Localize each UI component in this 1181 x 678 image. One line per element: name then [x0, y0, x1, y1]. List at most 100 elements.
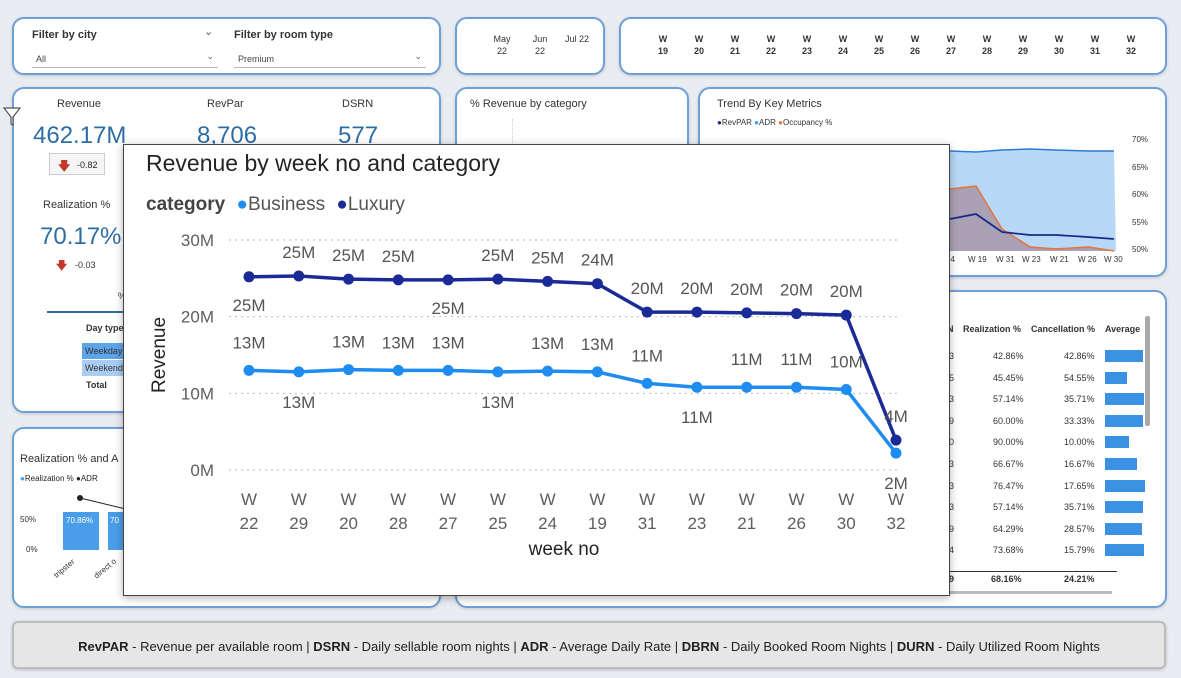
week-button[interactable]: W 25 — [865, 33, 893, 57]
chevron-down-icon: ⌄ — [414, 51, 422, 61]
data-point-luxury[interactable] — [492, 273, 504, 285]
xtick-label: 31 — [638, 514, 657, 533]
trend-ytick: 65% — [1132, 162, 1149, 172]
data-point-business[interactable] — [840, 384, 852, 395]
city-filter-dropdown[interactable]: All ⌄ — [32, 48, 218, 68]
week-button[interactable]: W 22 — [757, 33, 785, 57]
month-label: May — [493, 34, 511, 44]
week-button[interactable]: W 32 — [1117, 33, 1145, 57]
legend-adr: ADR — [80, 474, 98, 483]
week-prefix: W — [1018, 34, 1028, 44]
table-hscrollbar[interactable] — [947, 591, 1112, 594]
average-bar — [1105, 479, 1145, 492]
data-point-business[interactable] — [691, 381, 703, 393]
data-point-luxury[interactable] — [890, 434, 902, 446]
table-cell: 76.47% — [993, 480, 1024, 491]
realization-kpi-title: Realization % — [43, 199, 111, 211]
xtick-label: 26 — [787, 514, 806, 533]
week-number: 21 — [729, 46, 740, 56]
data-point-luxury[interactable] — [243, 271, 255, 283]
chevron-down-icon: ⌄ — [206, 51, 214, 61]
data-point-business[interactable] — [790, 381, 802, 393]
xtick-label: W — [241, 490, 257, 509]
week-button[interactable]: W 30 — [1045, 33, 1073, 57]
data-point-business[interactable] — [641, 377, 653, 389]
data-point-luxury[interactable] — [343, 273, 355, 285]
data-point-business[interactable] — [293, 366, 305, 378]
month-button[interactable]: May 22 — [485, 33, 519, 57]
xtick-label: 28 — [389, 514, 408, 533]
data-point-business[interactable] — [343, 364, 355, 376]
revenue-delta-value: -0.82 — [77, 160, 98, 170]
xtick-label: W — [838, 490, 854, 509]
city-filter-label: Filter by city — [32, 29, 97, 41]
realization-adr-title: Realization % and A — [20, 453, 119, 465]
week-button[interactable]: W 19 — [649, 33, 677, 57]
trend-ytick: 55% — [1132, 217, 1149, 227]
data-point-luxury[interactable] — [591, 278, 603, 290]
ytick-label: 50% — [20, 515, 37, 524]
filter-icon[interactable] — [2, 104, 22, 128]
average-bar — [1105, 501, 1143, 514]
room-filter-label: Filter by room type — [234, 29, 334, 41]
data-point-luxury[interactable] — [542, 275, 554, 287]
week-button[interactable]: W 20 — [685, 33, 713, 57]
table-column-header[interactable]: Cancellation % — [1031, 324, 1095, 334]
month-button[interactable]: Jul 22 — [560, 33, 594, 45]
average-bar — [1105, 458, 1137, 470]
table-cell: 15.79% — [1064, 545, 1095, 556]
table-cell: 17.65% — [1064, 480, 1095, 491]
xtick-label: W — [390, 490, 406, 509]
data-point-luxury[interactable] — [741, 307, 753, 319]
data-point-business[interactable] — [442, 364, 454, 376]
data-point-luxury[interactable] — [840, 309, 852, 321]
xtick-label: 24 — [538, 514, 557, 533]
data-point-luxury[interactable] — [392, 274, 404, 286]
x-axis-title: week no — [528, 539, 600, 560]
table-scrollbar[interactable] — [1145, 316, 1150, 426]
data-point-luxury[interactable] — [442, 274, 454, 286]
room-filter-dropdown[interactable]: Premium ⌄ — [234, 48, 426, 68]
week-number: 28 — [981, 46, 992, 56]
city-filter-value: All — [36, 54, 47, 64]
week-button[interactable]: W 31 — [1081, 33, 1109, 57]
week-button[interactable]: W 24 — [829, 33, 857, 57]
focus-chart-panel[interactable]: Revenue by week no and category category… — [123, 144, 950, 596]
week-prefix: W — [874, 34, 884, 44]
filter-card: Filter by city All ⌄ ⌄ Filter by room ty… — [12, 17, 441, 75]
week-button[interactable]: W 27 — [937, 33, 965, 57]
week-button[interactable]: W 21 — [721, 33, 749, 57]
week-button[interactable]: W 23 — [793, 33, 821, 57]
data-point-luxury[interactable] — [691, 306, 703, 318]
revenue-line-chart: 0M 10M 20M 30M Revenue week no W 22 W 29 W 20 W 28 W 27… — [149, 231, 908, 560]
table-column-header[interactable]: Average — [1105, 324, 1140, 334]
week-prefix: W — [730, 34, 740, 44]
table-column-header[interactable]: Realization % — [963, 324, 1021, 334]
data-label-luxury: 20M — [680, 279, 713, 298]
glossary-def: - Daily Utilized Room Nights — [934, 639, 1100, 654]
data-point-business[interactable] — [243, 364, 255, 376]
data-point-business[interactable] — [392, 364, 404, 376]
xtick-label: 20 — [339, 514, 358, 533]
week-number: 29 — [1017, 46, 1028, 56]
table-cell: 16.67% — [1064, 459, 1095, 469]
trend-xtick: W 19 — [968, 255, 987, 264]
data-point-business[interactable] — [890, 447, 902, 459]
data-point-luxury[interactable] — [790, 308, 802, 320]
month-button[interactable]: Jun 22 — [523, 33, 557, 57]
week-button[interactable]: W 29 — [1009, 33, 1037, 57]
data-point-business[interactable] — [492, 366, 504, 378]
data-point-business[interactable] — [591, 366, 603, 378]
xtick-label: W — [689, 490, 705, 509]
glossary-term: DURN — [896, 639, 935, 654]
data-point-business[interactable] — [741, 381, 753, 393]
xtick-label: W — [788, 490, 804, 509]
data-point-luxury[interactable] — [641, 306, 653, 318]
data-point-luxury[interactable] — [293, 270, 305, 282]
table-total-cell: 68.16% — [991, 574, 1022, 584]
glossary-def: - Daily sellable room nights | — [350, 639, 521, 654]
table-cell: 60.00% — [993, 415, 1024, 426]
week-button[interactable]: W 28 — [973, 33, 1001, 57]
data-point-business[interactable] — [542, 365, 554, 377]
week-button[interactable]: W 26 — [901, 33, 929, 57]
